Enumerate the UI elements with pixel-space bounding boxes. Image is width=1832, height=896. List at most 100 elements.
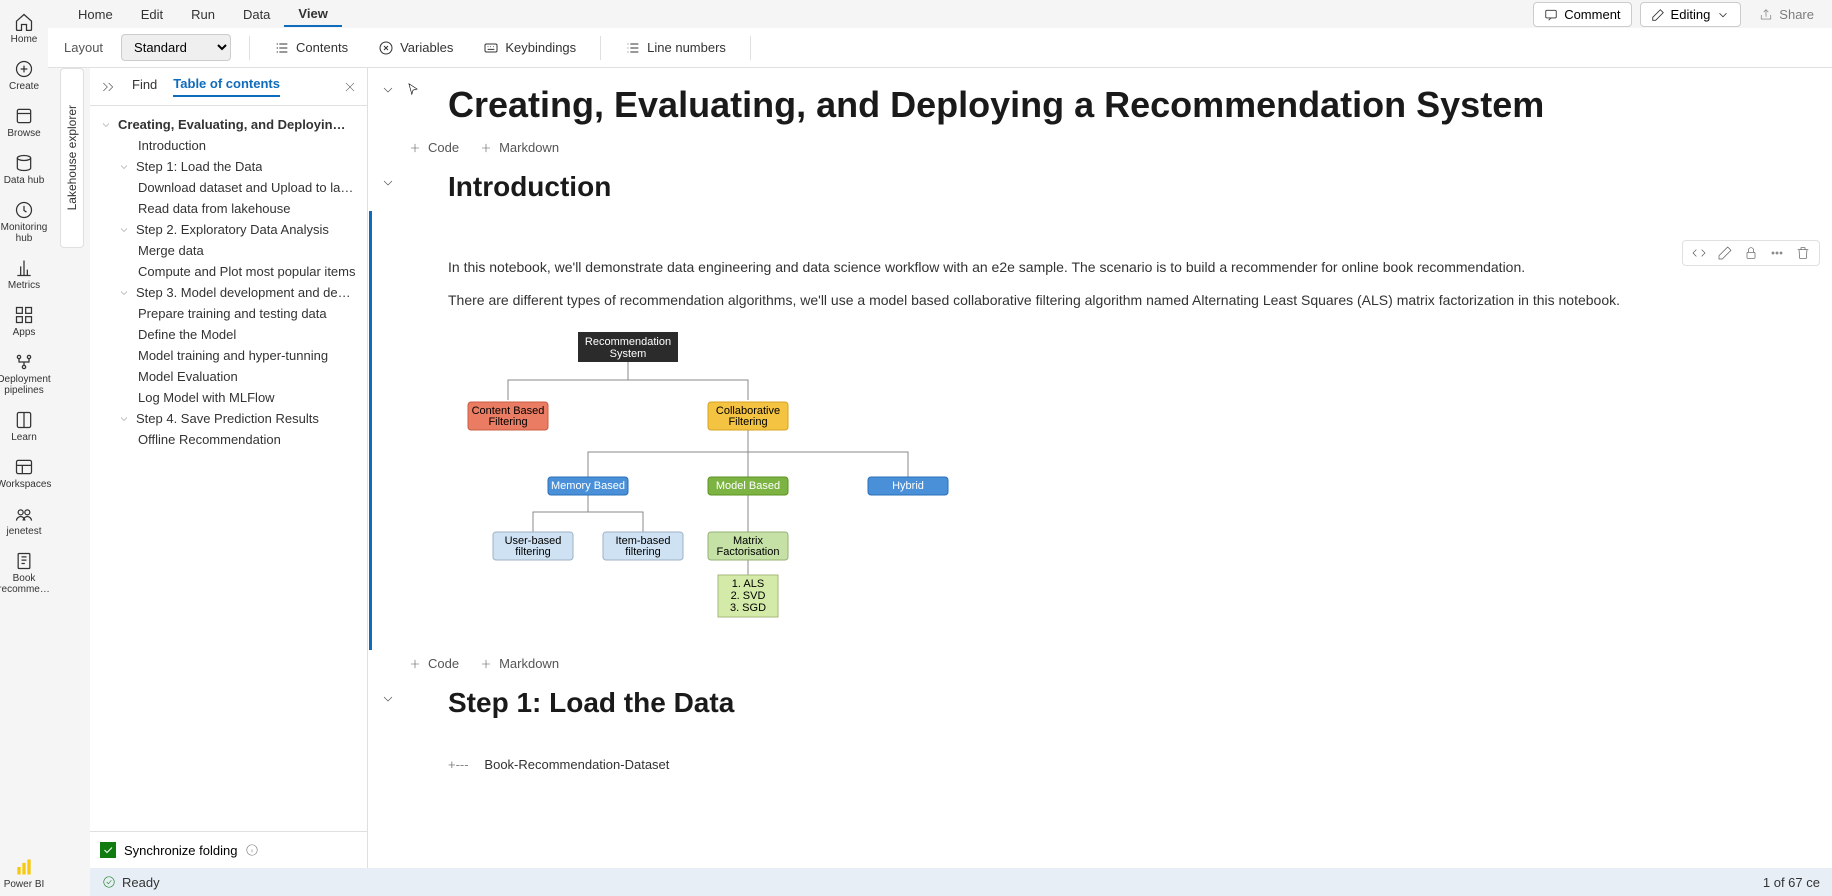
nav-workspaces[interactable]: Workspaces [0, 451, 48, 496]
variables-icon [378, 40, 394, 56]
contents-button[interactable]: Contents [268, 36, 354, 60]
svg-text:Recommendation: Recommendation [585, 336, 671, 348]
toc-item[interactable]: Prepare training and testing data [90, 303, 367, 324]
toc-item[interactable]: Read data from lakehouse [90, 198, 367, 219]
nav-notebook-item[interactable]: Book recomme… [0, 545, 48, 601]
toc-panel: Find Table of contents Creating, Evaluat… [90, 68, 368, 868]
nav-learn[interactable]: Learn [0, 404, 48, 449]
code-cell-folded[interactable]: +--- Book-Recommendation-Dataset [368, 757, 1832, 772]
layout-select[interactable]: Standard [121, 34, 231, 61]
chevron-down-icon [118, 413, 130, 425]
left-nav-rail: Home Create Browse Data hub Monitoring h… [0, 0, 48, 896]
svg-text:Filtering: Filtering [728, 416, 767, 428]
toc-item-label: Offline Recommendation [138, 432, 281, 447]
nav-apps[interactable]: Apps [0, 299, 48, 344]
keyboard-icon [483, 40, 499, 56]
chevron-down-icon [118, 161, 130, 173]
toc-item-label: Compute and Plot most popular items [138, 264, 356, 279]
toc-tab[interactable]: Table of contents [173, 76, 280, 97]
add-code-button[interactable]: Code [408, 656, 459, 671]
collapse-panel-icon[interactable] [100, 79, 116, 95]
chevron-down-icon [1716, 8, 1730, 22]
list-icon [274, 40, 290, 56]
toc-item[interactable]: Merge data [90, 240, 367, 261]
status-text: Ready [122, 875, 160, 890]
keybindings-button[interactable]: Keybindings [477, 36, 582, 60]
nav-metrics[interactable]: Metrics [0, 252, 48, 297]
toc-item-label: Read data from lakehouse [138, 201, 290, 216]
toc-item-label: Step 3. Model development and deploy [136, 285, 357, 300]
nav-monitoring[interactable]: Monitoring hub [0, 194, 48, 250]
toc-item[interactable]: Download dataset and Upload to lakeh... [90, 177, 367, 198]
intro-p2: There are different types of recommendat… [408, 284, 1832, 317]
menu-run[interactable]: Run [177, 3, 229, 26]
top-menu: Home Edit Run Data View Comment Editing … [48, 0, 1832, 28]
close-icon[interactable] [343, 80, 357, 94]
toc-item[interactable]: Step 4. Save Prediction Results [90, 408, 367, 429]
linenumbers-button[interactable]: Line numbers [619, 36, 732, 60]
add-code-button[interactable]: Code [408, 140, 459, 155]
recommendation-diagram: RecommendationSystem Content BasedFilter… [428, 327, 988, 627]
edit-icon[interactable] [1717, 245, 1733, 261]
menu-edit[interactable]: Edit [127, 3, 177, 26]
toc-item[interactable]: Step 2. Exploratory Data Analysis [90, 219, 367, 240]
toc-item-label: Merge data [138, 243, 204, 258]
svg-text:3. SGD: 3. SGD [730, 602, 766, 614]
nav-datahub[interactable]: Data hub [0, 147, 48, 192]
cell-count: 1 of 67 ce [1763, 875, 1820, 890]
toc-item[interactable]: Model training and hyper-tunning [90, 345, 367, 366]
svg-text:System: System [610, 348, 647, 360]
notebook-title: Creating, Evaluating, and Deploying a Re… [408, 68, 1832, 134]
menu-data[interactable]: Data [229, 3, 284, 26]
cell-toolbar [1682, 240, 1820, 266]
toc-item[interactable]: Define the Model [90, 324, 367, 345]
delete-icon[interactable] [1795, 245, 1811, 261]
toc-item-label: Download dataset and Upload to lakeh... [138, 180, 357, 195]
menu-view[interactable]: View [284, 2, 341, 27]
menu-home[interactable]: Home [64, 3, 127, 26]
find-tab[interactable]: Find [132, 77, 157, 96]
svg-text:Factorisation: Factorisation [717, 546, 780, 558]
plus-icon [479, 657, 493, 671]
nav-pipelines[interactable]: Deployment pipelines [0, 346, 48, 402]
toc-item[interactable]: Model Evaluation [90, 366, 367, 387]
toc-item-label: Step 1: Load the Data [136, 159, 262, 174]
toc-item[interactable]: Offline Recommendation [90, 429, 367, 450]
check-icon [102, 875, 116, 889]
comment-button[interactable]: Comment [1533, 2, 1631, 27]
numbers-icon [625, 40, 641, 56]
fold-icon[interactable] [380, 175, 396, 191]
nav-workspace-item[interactable]: jenetest [0, 498, 48, 543]
view-ribbon: Layout Standard Contents Variables Keybi… [48, 28, 1832, 68]
add-markdown-button[interactable]: Markdown [479, 140, 559, 155]
add-markdown-button[interactable]: Markdown [479, 656, 559, 671]
lakehouse-explorer-tab[interactable]: Lakehouse explorer [60, 68, 84, 248]
svg-text:2. SVD: 2. SVD [731, 590, 766, 602]
share-button: Share [1749, 2, 1824, 27]
sync-folding-label: Synchronize folding [124, 843, 237, 858]
code-icon[interactable] [1691, 245, 1707, 261]
variables-button[interactable]: Variables [372, 36, 459, 60]
toc-item[interactable]: Creating, Evaluating, and Deployin… [90, 114, 367, 135]
toc-item[interactable]: Introduction [90, 135, 367, 156]
fold-icon[interactable] [380, 691, 396, 707]
editing-dropdown[interactable]: Editing [1640, 2, 1742, 27]
step1-heading: Step 1: Load the Data [408, 677, 1832, 727]
chevron-down-icon [100, 119, 112, 131]
toc-item[interactable]: Step 3. Model development and deploy [90, 282, 367, 303]
more-icon[interactable] [1769, 245, 1785, 261]
lock-icon[interactable] [1743, 245, 1759, 261]
toc-item[interactable]: Step 1: Load the Data [90, 156, 367, 177]
toc-item[interactable]: Compute and Plot most popular items [90, 261, 367, 282]
nav-browse[interactable]: Browse [0, 100, 48, 145]
nav-powerbi[interactable]: Power BI [0, 851, 48, 896]
markdown-cell[interactable]: In this notebook, we'll demonstrate data… [369, 211, 1832, 650]
nav-create[interactable]: Create [0, 53, 48, 98]
fold-icon[interactable] [380, 82, 396, 98]
plus-icon [479, 141, 493, 155]
intro-heading: Introduction [408, 161, 1832, 211]
svg-text:filtering: filtering [625, 546, 660, 558]
sync-folding-checkbox[interactable] [100, 842, 116, 858]
toc-item[interactable]: Log Model with MLFlow [90, 387, 367, 408]
nav-home[interactable]: Home [0, 6, 48, 51]
